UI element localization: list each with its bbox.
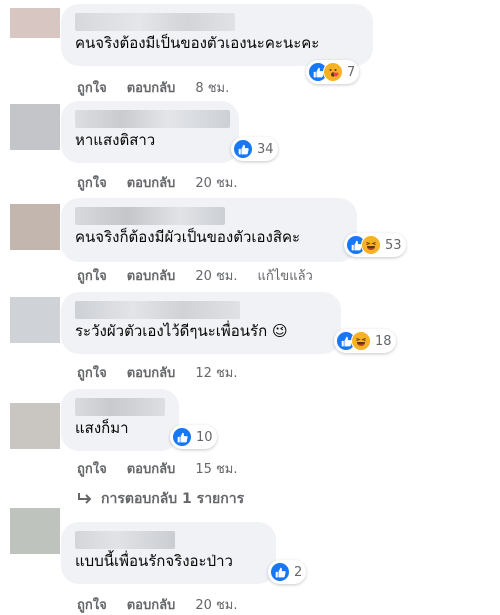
commenter-name[interactable] — [75, 110, 230, 128]
timestamp[interactable]: 20 ชม. — [195, 172, 237, 193]
comment-actions: ถูกใจ ตอบกลับ 20 ชม. แก้ไขแล้ว — [77, 265, 313, 286]
like-icon — [233, 139, 253, 159]
comment-bubble: ระวังผัวตัวเองไว้ดีๆนะเพื่อนรัก 😉 — [61, 292, 341, 354]
reaction-summary[interactable]: 34 — [231, 137, 278, 161]
like-button[interactable]: ถูกใจ — [77, 265, 107, 286]
comment-text: คนจริงต้องมีเป็นของตัวเองนะคะนะคะ — [75, 34, 320, 52]
edited-label[interactable]: แก้ไขแล้ว — [258, 265, 313, 286]
commenter-name[interactable] — [75, 531, 175, 549]
like-button[interactable]: ถูกใจ — [77, 594, 107, 615]
reply-button[interactable]: ตอบกลับ — [127, 458, 176, 479]
reaction-count: 18 — [375, 333, 392, 349]
reply-arrow-icon — [78, 493, 92, 504]
comment-bubble: แบบนี้เพื่อนรักจริงอะป่าว — [61, 522, 276, 584]
reply-button[interactable]: ตอบกลับ — [127, 77, 176, 98]
reaction-count: 2 — [294, 564, 303, 580]
comment-bubble: คนจริงต้องมีเป็นของตัวเองนะคะนะคะ — [61, 4, 373, 66]
reaction-summary[interactable]: 18 — [334, 329, 396, 353]
comment-actions: ถูกใจ ตอบกลับ 12 ชม. — [77, 362, 238, 383]
wow-love-icon — [323, 62, 343, 82]
commenter-name[interactable] — [75, 207, 225, 225]
timestamp[interactable]: 8 ชม. — [195, 77, 229, 98]
comment-actions: ถูกใจ ตอบกลับ 8 ชม. — [77, 77, 229, 98]
like-icon — [172, 427, 192, 447]
avatar[interactable] — [10, 104, 60, 150]
like-button[interactable]: ถูกใจ — [77, 362, 107, 383]
comment-bubble: หาแสงติสาว — [61, 101, 239, 163]
comment-text: หาแสงติสาว — [75, 131, 156, 149]
reply-button[interactable]: ตอบกลับ — [127, 362, 176, 383]
reaction-summary[interactable]: 10 — [170, 425, 217, 449]
avatar[interactable] — [10, 204, 60, 250]
like-icon — [270, 562, 290, 582]
like-button[interactable]: ถูกใจ — [77, 77, 107, 98]
haha-icon — [351, 331, 371, 351]
commenter-name[interactable] — [75, 398, 165, 416]
reaction-count: 53 — [385, 237, 402, 253]
reaction-summary[interactable]: 2 — [268, 560, 307, 584]
reaction-summary[interactable]: 53 — [344, 233, 406, 257]
reaction-count: 10 — [196, 429, 213, 445]
comment-text: คนจริงก็ต้องมีผัวเป็นของตัวเองสิคะ — [75, 228, 301, 246]
comment-actions: ถูกใจ ตอบกลับ 20 ชม. — [77, 172, 238, 193]
comment-text: แสงก็มา — [75, 419, 129, 437]
timestamp[interactable]: 20 ชม. — [195, 265, 237, 286]
like-button[interactable]: ถูกใจ — [77, 172, 107, 193]
comment-actions: ถูกใจ ตอบกลับ 15 ชม. — [77, 458, 238, 479]
timestamp[interactable]: 20 ชม. — [195, 594, 237, 615]
comment-text: แบบนี้เพื่อนรักจริงอะป่าว — [75, 552, 233, 570]
comment-actions: ถูกใจ ตอบกลับ 20 ชม. — [77, 594, 238, 615]
avatar[interactable] — [10, 508, 60, 554]
reaction-count: 34 — [257, 141, 274, 157]
haha-icon — [361, 235, 381, 255]
avatar[interactable] — [10, 8, 60, 38]
like-button[interactable]: ถูกใจ — [77, 458, 107, 479]
timestamp[interactable]: 12 ชม. — [195, 362, 237, 383]
comment-bubble: แสงก็มา — [61, 389, 179, 451]
reply-button[interactable]: ตอบกลับ — [127, 594, 176, 615]
reply-button[interactable]: ตอบกลับ — [127, 265, 176, 286]
avatar[interactable] — [10, 403, 60, 449]
comment-bubble: คนจริงก็ต้องมีผัวเป็นของตัวเองสิคะ — [61, 198, 357, 262]
avatar[interactable] — [10, 297, 60, 343]
commenter-name[interactable] — [75, 13, 235, 31]
reply-button[interactable]: ตอบกลับ — [127, 172, 176, 193]
view-replies-label[interactable]: การตอบกลับ 1 รายการ — [101, 488, 244, 510]
view-replies-link[interactable]: การตอบกลับ 1 รายการ — [77, 488, 244, 510]
timestamp[interactable]: 15 ชม. — [195, 458, 237, 479]
comment-text: ระวังผัวตัวเองไว้ดีๆนะเพื่อนรัก 😉 — [75, 322, 288, 340]
reaction-summary[interactable]: 7 — [306, 60, 360, 84]
reaction-count: 7 — [347, 64, 356, 80]
commenter-name[interactable] — [75, 301, 240, 319]
